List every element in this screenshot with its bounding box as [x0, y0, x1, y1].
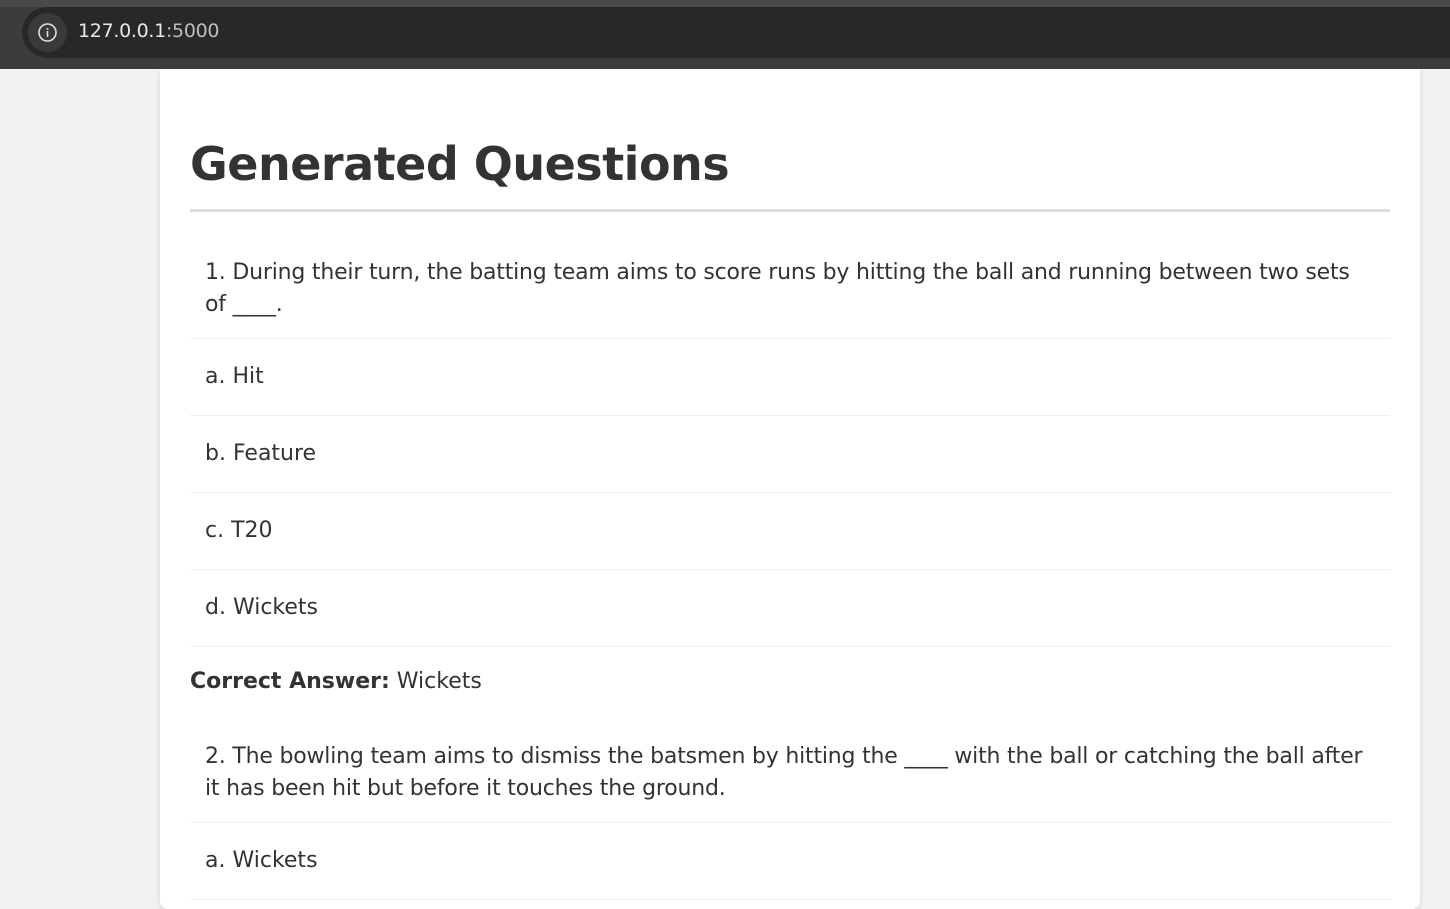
question-1-option-b: b. Feature [190, 416, 1390, 493]
url-host: 127.0.0.1 [78, 20, 166, 42]
info-icon[interactable] [28, 13, 67, 52]
title-divider [190, 209, 1390, 212]
url-text[interactable]: 127.0.0.1:5000 [78, 20, 220, 42]
url-port: :5000 [165, 20, 220, 42]
question-1-correct-answer: Correct Answer: Wickets [190, 647, 1390, 724]
question-2-option-a: a. Wickets [190, 823, 1390, 900]
questions-card: Generated Questions 1. During their turn… [160, 69, 1420, 909]
question-1-text: 1. During their turn, the batting team a… [190, 240, 1390, 339]
tab-strip [0, 0, 1450, 7]
question-2-text: 2. The bowling team aims to dismiss the … [190, 724, 1390, 823]
question-1-option-a: a. Hit [190, 339, 1390, 416]
question-1-option-d: d. Wickets [190, 570, 1390, 647]
browser-toolbar: 127.0.0.1:5000 [0, 0, 1450, 69]
correct-answer-label: Correct Answer: [190, 669, 390, 694]
question-list: 1. During their turn, the batting team a… [190, 240, 1390, 900]
question-1-option-c: c. T20 [190, 493, 1390, 570]
address-bar[interactable]: 127.0.0.1:5000 [22, 7, 1450, 58]
correct-answer-value: Wickets [389, 669, 482, 694]
page-title: Generated Questions [190, 137, 730, 191]
